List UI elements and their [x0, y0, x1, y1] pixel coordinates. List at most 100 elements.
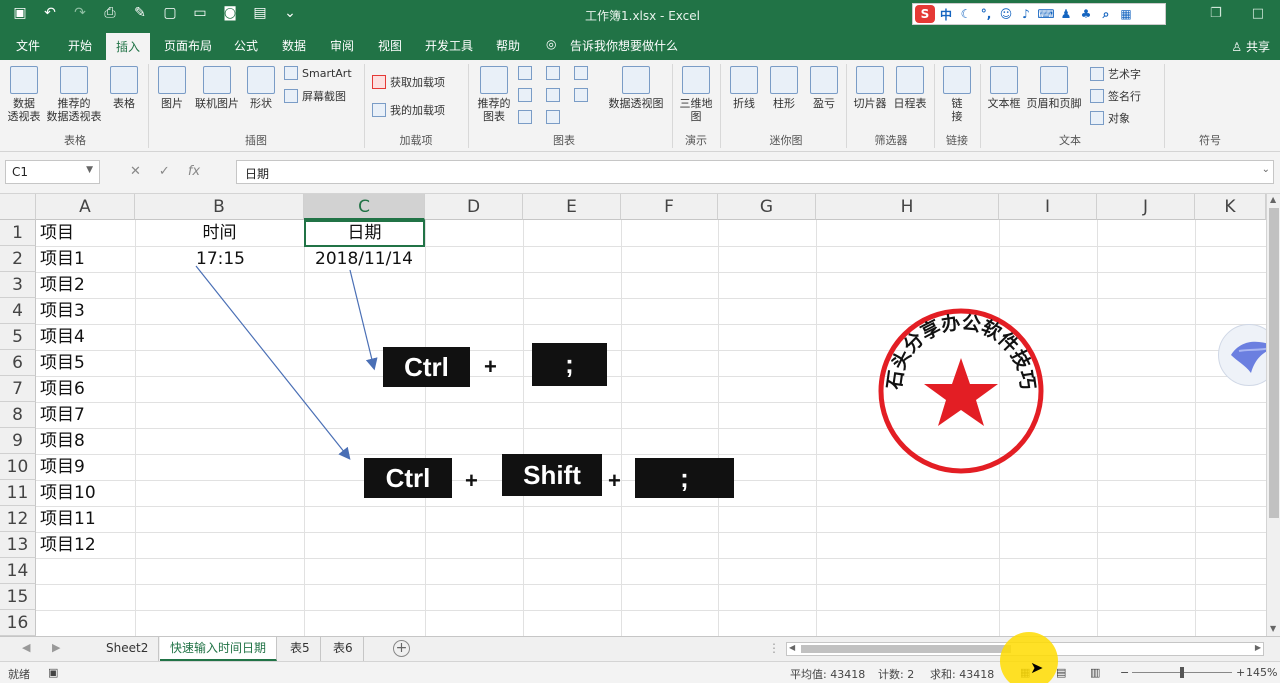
recommended-pivot-button[interactable]: 推荐的 数据透视表 [44, 66, 104, 123]
scatter-chart-icon[interactable] [546, 110, 560, 124]
name-box[interactable]: C1 ▼ [5, 160, 100, 184]
tab-help[interactable]: 帮助 [496, 37, 520, 54]
tab-file[interactable]: 文件 [16, 37, 40, 54]
skin-icon[interactable]: ♣ [1077, 7, 1095, 21]
picture-button[interactable]: 图片 [154, 66, 190, 110]
moon-icon[interactable]: ☾ [957, 7, 975, 21]
name-box-dropdown-icon[interactable]: ▼ [86, 165, 93, 175]
tab-developer[interactable]: 开发工具 [425, 37, 473, 54]
ime-toolbar[interactable]: S 中 ☾ °, ☺ ♪ ⌨ ♟ ♣ ⌕ ▦ [912, 3, 1166, 25]
tell-me-icon[interactable]: ◎ [546, 37, 556, 51]
tab-review[interactable]: 审阅 [330, 37, 354, 54]
user-icon[interactable]: ♟ [1057, 7, 1075, 21]
horizontal-scroll-thumb[interactable] [801, 645, 1011, 653]
get-addins-button[interactable]: 获取加载项 [372, 74, 445, 90]
header-footer-button[interactable]: 页眉和页脚 [1024, 66, 1084, 110]
sogou-logo-icon[interactable]: S [915, 5, 935, 23]
online-picture-button[interactable]: 联机图片 [192, 66, 242, 110]
my-addins-button[interactable]: 我的加载项 [372, 102, 445, 118]
cancel-icon[interactable]: ✕ [130, 164, 141, 179]
table-button[interactable]: 表格 [106, 66, 142, 110]
sparkline-winloss-button[interactable]: 盈亏 [806, 66, 842, 110]
scroll-left-icon[interactable]: ◀ [789, 643, 795, 652]
undo-icon[interactable]: ↶ [40, 5, 60, 21]
keyboard-icon[interactable]: ⌨ [1037, 7, 1055, 21]
worksheet-grid[interactable]: A B C D E F G H I J K 1 2 3 4 5 6 7 8 9 … [0, 194, 1280, 636]
ime-mode-label[interactable]: 中 [937, 6, 955, 23]
recommended-charts-button[interactable]: 推荐的 图表 [474, 66, 514, 123]
hierarchy-chart-icon[interactable] [546, 66, 560, 80]
sheet-tab-sheet2[interactable]: Sheet2 [96, 637, 160, 661]
shapes-button[interactable]: 形状 [244, 66, 278, 110]
zoom-level[interactable]: 145% [1246, 666, 1277, 679]
combo-chart-icon[interactable] [574, 88, 588, 102]
pivot-chart-button[interactable]: 数据透视图 [606, 66, 666, 110]
tab-home[interactable]: 开始 [68, 37, 92, 54]
print-preview-icon[interactable]: ⎙ [100, 5, 120, 21]
share-button[interactable]: ♙ 共享 [1231, 38, 1270, 55]
scroll-right-icon[interactable]: ▶ [1255, 643, 1261, 652]
waterfall-chart-icon[interactable] [574, 66, 588, 80]
prev-sheet-icon[interactable]: ◀ [22, 641, 30, 654]
tab-page-layout[interactable]: 页面布局 [164, 37, 212, 54]
zoom-in-icon[interactable]: + [1236, 666, 1245, 679]
emoji-icon[interactable]: ☺ [997, 7, 1015, 21]
customize-qat-icon[interactable]: ⌄ [280, 5, 300, 21]
object-button[interactable]: 对象 [1090, 110, 1130, 126]
link-button[interactable]: 链 接 [940, 66, 974, 123]
expand-formula-icon[interactable]: ⌄ [1262, 164, 1270, 175]
name-box-value: C1 [12, 165, 29, 179]
maximize-icon[interactable]: □ [1252, 6, 1264, 21]
pivot-table-button[interactable]: 数据 透视表 [4, 66, 44, 123]
toolbox-icon[interactable]: ▦ [1117, 7, 1135, 21]
format-painter-icon[interactable]: ✎ [130, 5, 150, 21]
smartart-button[interactable]: SmartArt [284, 66, 352, 80]
save-icon[interactable]: ▣ [10, 5, 30, 21]
new-file-icon[interactable]: ▢ [160, 5, 180, 21]
camera-icon[interactable]: ◙ [220, 5, 240, 21]
search-icon[interactable]: ⌕ [1097, 7, 1115, 22]
vertical-scrollbar[interactable]: ▲ ▼ [1266, 194, 1280, 636]
signature-line-button[interactable]: 签名行 [1090, 88, 1141, 104]
tab-view[interactable]: 视图 [378, 37, 402, 54]
zoom-out-icon[interactable]: − [1120, 666, 1129, 679]
page-break-view-icon[interactable]: ▥ [1090, 666, 1100, 679]
enter-icon[interactable]: ✓ [159, 164, 170, 179]
timeline-button[interactable]: 日程表 [890, 66, 930, 110]
screenshot-button[interactable]: 屏幕截图 [284, 88, 346, 104]
pie-chart-icon[interactable] [518, 110, 532, 124]
restore-icon[interactable]: ❐ [1210, 6, 1222, 21]
insert-function-icon[interactable]: fx [188, 164, 200, 179]
vertical-scroll-thumb[interactable] [1269, 208, 1279, 518]
scroll-down-icon[interactable]: ▼ [1270, 624, 1276, 633]
macro-record-icon[interactable]: ▣ [48, 666, 58, 679]
tab-split-handle-icon[interactable]: ⋮ [768, 641, 780, 655]
scroll-up-icon[interactable]: ▲ [1270, 195, 1276, 204]
redo-icon[interactable]: ↷ [70, 5, 90, 21]
tab-formulas[interactable]: 公式 [234, 37, 258, 54]
line-chart-icon[interactable] [518, 88, 532, 102]
sheet-tab-6[interactable]: 表6 [323, 637, 364, 661]
3d-map-button[interactable]: 三维地 图 [676, 66, 716, 123]
page-layout-view-icon[interactable]: ▤ [1056, 666, 1066, 679]
wordart-button[interactable]: 艺术字 [1090, 66, 1141, 82]
formula-input[interactable]: 日期 [236, 160, 1274, 184]
microphone-icon[interactable]: ♪ [1017, 7, 1035, 21]
tell-me-search[interactable]: 告诉我你想要做什么 [570, 37, 678, 54]
sparkline-column-button[interactable]: 柱形 [766, 66, 802, 110]
add-sheet-button[interactable]: + [393, 640, 410, 657]
zoom-slider-thumb[interactable] [1180, 667, 1184, 678]
open-folder-icon[interactable]: ▭ [190, 5, 210, 21]
tab-insert[interactable]: 插入 [106, 33, 151, 60]
punctuation-icon[interactable]: °, [977, 7, 995, 21]
statistic-chart-icon[interactable] [546, 88, 560, 102]
slicer-button[interactable]: 切片器 [850, 66, 890, 110]
next-sheet-icon[interactable]: ▶ [52, 641, 60, 654]
tab-data[interactable]: 数据 [282, 37, 306, 54]
column-chart-icon[interactable] [518, 66, 532, 80]
sheet-tab-quick-input[interactable]: 快速输入时间日期 [160, 637, 278, 661]
textbox-button[interactable]: 文本框 [984, 66, 1024, 110]
sheet-tab-5[interactable]: 表5 [280, 637, 321, 661]
form-icon[interactable]: ▤ [250, 5, 270, 21]
sparkline-line-button[interactable]: 折线 [726, 66, 762, 110]
